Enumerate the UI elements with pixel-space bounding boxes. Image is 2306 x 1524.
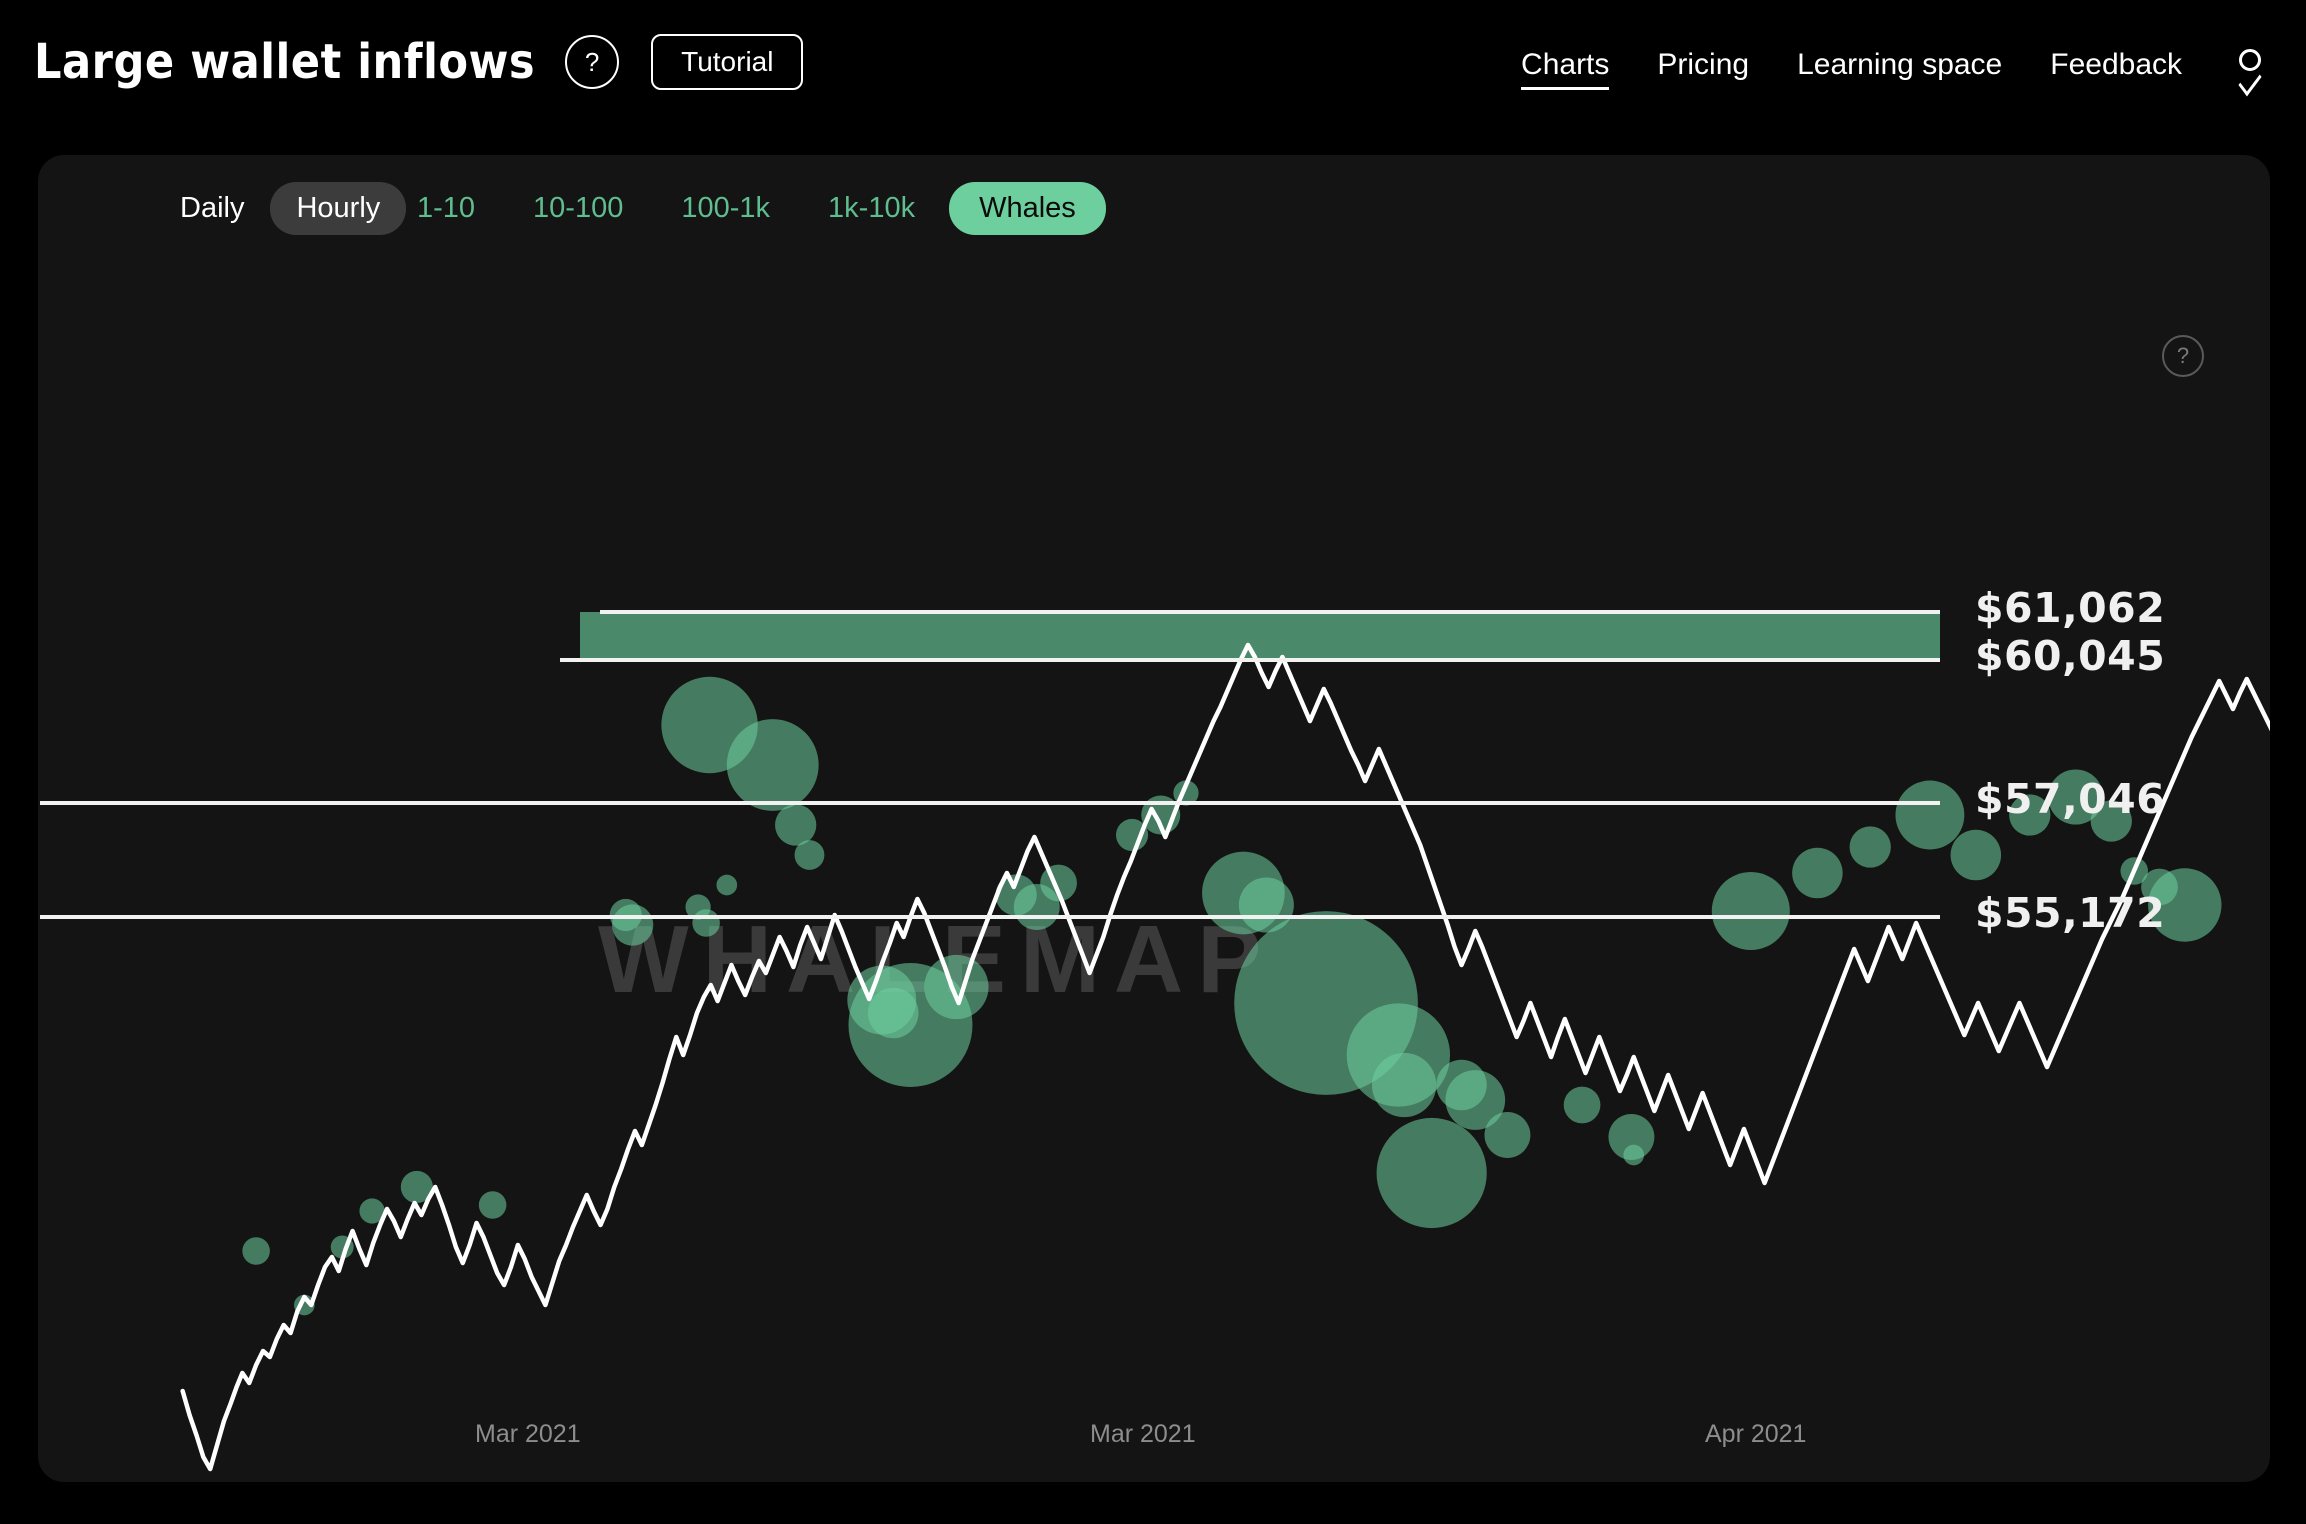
nav-item-learning-space[interactable]: Learning space: [1797, 48, 2002, 88]
price-level-label: $57,046: [1975, 775, 2166, 823]
size-filter-100-1k[interactable]: 100-1k: [657, 182, 794, 235]
tutorial-button[interactable]: Tutorial: [651, 34, 804, 90]
page-title: Large wallet inflows: [34, 34, 536, 90]
main-navigation: Charts Pricing Learning space Feedback: [1473, 40, 2272, 96]
inflow-bubble: [1895, 780, 1965, 850]
inflow-bubble: [1484, 1112, 1531, 1158]
inflow-bubble: [1623, 1144, 1645, 1166]
inflow-bubble: [1792, 847, 1843, 899]
nav-item-pricing[interactable]: Pricing: [1657, 48, 1749, 88]
size-filter-1k-10k[interactable]: 1k-10k: [804, 182, 939, 235]
inflow-bubble: [692, 909, 720, 937]
chart-toolbar: Daily Hourly 1-10 10-100 100-1k 1k-10k W…: [38, 155, 2270, 265]
price-band: [580, 612, 1940, 660]
size-filter-10-100[interactable]: 10-100: [509, 182, 647, 235]
price-level-label: $55,172: [1975, 889, 2166, 937]
x-axis-tick-label: Mar 2021: [1090, 1420, 1196, 1448]
inflow-bubble: [1950, 829, 2002, 881]
inflow-bubble: [924, 954, 989, 1020]
inflow-bubble: [1711, 871, 1790, 951]
size-filter-1-10[interactable]: 1-10: [393, 182, 499, 235]
chevron-down-icon: [2238, 65, 2262, 96]
inflow-bubble: [775, 804, 817, 846]
inflow-bubble: [794, 840, 825, 870]
price-level-label: $60,045: [1975, 632, 2166, 680]
inflow-bubble: [716, 874, 738, 896]
x-axis-tick-label: Mar 2021: [475, 1420, 581, 1448]
question-mark-icon[interactable]: ?: [565, 35, 620, 89]
account-chevron-icon[interactable]: [2228, 40, 2272, 96]
inflow-bubble: [726, 719, 819, 811]
price-level-label: $61,062: [1975, 584, 2166, 632]
wallet-size-filter-group: 1-10 10-100 100-1k 1k-10k Whales: [393, 182, 1116, 235]
account-dot-icon: [2239, 48, 2261, 71]
x-axis-tick-label: Apr 2021: [1705, 1420, 1807, 1448]
inflow-bubble: [1376, 1117, 1487, 1229]
brand-group: Large wallet inflows ? Tutorial: [34, 34, 804, 90]
inflow-bubble: [612, 904, 654, 946]
interval-button-hourly[interactable]: Hourly: [270, 182, 407, 235]
inflow-bubble: [478, 1191, 507, 1219]
interval-toggle-group: Daily Hourly: [154, 182, 407, 235]
nav-item-feedback[interactable]: Feedback: [2050, 48, 2182, 88]
price-line: [180, 642, 2270, 1472]
inflow-bubble: [1371, 1052, 1437, 1118]
chart-panel: Daily Hourly 1-10 10-100 100-1k 1k-10k W…: [38, 155, 2270, 1482]
top-bar: Large wallet inflows ? Tutorial Charts P…: [0, 0, 2306, 150]
inflow-bubble: [242, 1237, 270, 1265]
inflow-bubble: [1849, 826, 1891, 868]
plot-area: WHALEMAP: [38, 265, 2270, 1482]
nav-item-charts[interactable]: Charts: [1521, 48, 1610, 90]
inflow-bubble: [1563, 1086, 1601, 1124]
size-filter-whales[interactable]: Whales: [949, 182, 1106, 235]
price-chart-svg: [40, 610, 2270, 1472]
interval-button-daily[interactable]: Daily: [154, 182, 270, 235]
